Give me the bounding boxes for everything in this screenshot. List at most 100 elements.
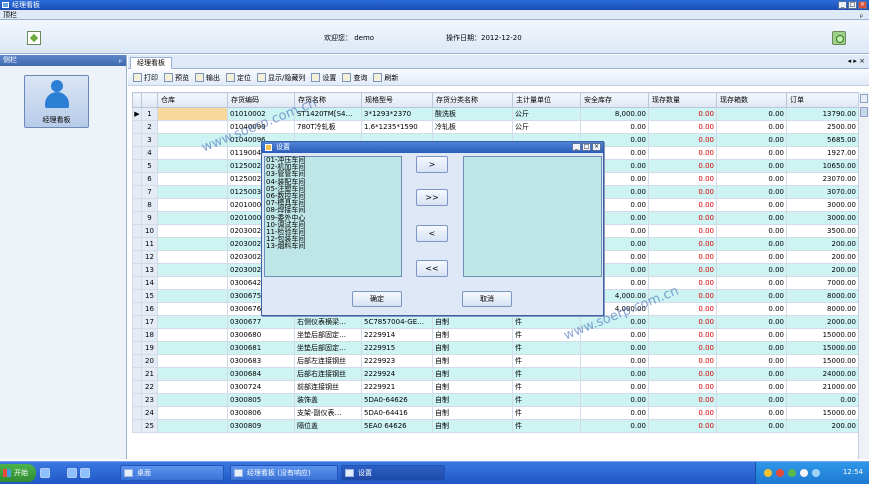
cell-on-hand-boxes[interactable]: 0.00 [716, 354, 787, 368]
row-number[interactable]: 2 [141, 120, 158, 134]
cell-spec[interactable]: 2229914 [361, 328, 433, 342]
cell-order[interactable]: 7000.00 [786, 276, 858, 290]
cell-safety-stock[interactable]: 0.00 [580, 367, 649, 381]
cell-on-hand-qty[interactable]: 0.00 [648, 315, 717, 329]
cell-order[interactable]: 200.00 [786, 419, 858, 433]
show-hide-columns-button[interactable]: 显示/隐藏列 [257, 73, 305, 83]
quicklaunch-icon[interactable] [40, 468, 50, 478]
cell-safety-stock[interactable]: 0.00 [580, 380, 649, 394]
cell-on-hand-qty[interactable]: 0.00 [648, 263, 717, 277]
row-number[interactable]: 22 [141, 380, 158, 394]
cell-warehouse[interactable] [157, 172, 228, 186]
row-indicator[interactable] [132, 302, 142, 316]
cell-warehouse[interactable] [157, 120, 228, 134]
cell-unit[interactable]: 件 [512, 354, 581, 368]
row-indicator[interactable]: ▶ [132, 107, 142, 121]
table-row[interactable]: ▶ 1 01010002 ST1420TM[S4… 3*1293*2370 酸洗板 公斤 8,… [132, 107, 858, 121]
taskbar-item-dashboard[interactable]: 经理看板 (没有响应) [230, 465, 338, 481]
cell-order[interactable]: 8000.00 [786, 289, 858, 303]
cell-on-hand-boxes[interactable]: 0.00 [716, 263, 787, 277]
cell-on-hand-boxes[interactable]: 0.00 [716, 367, 787, 381]
cell-on-hand-qty[interactable]: 0.00 [648, 328, 717, 342]
cell-unit[interactable]: 件 [512, 380, 581, 394]
cell-warehouse[interactable] [157, 237, 228, 251]
cell-name[interactable]: 右侧仪表横梁… [294, 315, 362, 329]
cell-spec[interactable]: 2229921 [361, 380, 433, 394]
cell-order[interactable]: 15000.00 [786, 341, 858, 355]
cell-category[interactable]: 自制 [432, 406, 513, 420]
col-spec[interactable]: 规格型号 [361, 92, 433, 108]
cell-code[interactable]: 0300806 [227, 406, 295, 420]
cell-on-hand-qty[interactable]: 0.00 [648, 185, 717, 199]
minimize-button[interactable]: _ [838, 1, 847, 9]
cell-on-hand-qty[interactable]: 0.00 [648, 146, 717, 160]
cell-on-hand-boxes[interactable]: 0.00 [716, 276, 787, 290]
cell-name[interactable]: 后部右连接钢丝 [294, 367, 362, 381]
cell-code[interactable]: 01010002 [227, 107, 295, 121]
cell-warehouse[interactable] [157, 133, 228, 147]
cell-order[interactable]: 3070.00 [786, 185, 858, 199]
refresh-icon[interactable] [832, 31, 846, 45]
tray-icon[interactable] [812, 469, 820, 477]
cell-on-hand-boxes[interactable]: 0.00 [716, 159, 787, 173]
cell-warehouse[interactable] [157, 315, 228, 329]
manager-dashboard-button[interactable]: 经理看板 [24, 75, 89, 128]
cell-on-hand-qty[interactable]: 0.00 [648, 302, 717, 316]
row-indicator[interactable] [132, 328, 142, 342]
row-indicator[interactable] [132, 341, 142, 355]
cell-warehouse[interactable] [157, 224, 228, 238]
cell-warehouse[interactable] [157, 250, 228, 264]
add-all-button[interactable]: >> [416, 189, 448, 206]
cell-code[interactable]: 0300809 [227, 419, 295, 433]
cell-on-hand-boxes[interactable]: 0.00 [716, 315, 787, 329]
cell-safety-stock[interactable]: 0.00 [580, 328, 649, 342]
cell-code[interactable]: 0300805 [227, 393, 295, 407]
tray-icon[interactable] [764, 469, 772, 477]
export-button[interactable]: 输出 [195, 73, 220, 83]
row-number[interactable]: 12 [141, 250, 158, 264]
cell-name[interactable]: 坐垫后部固定… [294, 341, 362, 355]
cell-order[interactable]: 3000.00 [786, 211, 858, 225]
cell-warehouse[interactable] [157, 146, 228, 160]
row-number[interactable]: 8 [141, 198, 158, 212]
col-unit[interactable]: 主计量单位 [512, 92, 581, 108]
cell-on-hand-qty[interactable]: 0.00 [648, 211, 717, 225]
row-number[interactable]: 19 [141, 341, 158, 355]
cell-spec[interactable]: 5DA0-64626 [361, 393, 433, 407]
cell-unit[interactable]: 公斤 [512, 107, 581, 121]
cell-order[interactable]: 15000.00 [786, 354, 858, 368]
cell-on-hand-qty[interactable]: 0.00 [648, 224, 717, 238]
cell-name[interactable]: ST1420TM[S4… [294, 107, 362, 121]
remove-all-button[interactable]: << [416, 260, 448, 277]
cell-warehouse[interactable] [157, 406, 228, 420]
cell-safety-stock[interactable]: 0.00 [580, 419, 649, 433]
cell-order[interactable]: 8000.00 [786, 302, 858, 316]
cell-name[interactable]: 前部连接钢丝 [294, 380, 362, 394]
cell-on-hand-qty[interactable]: 0.00 [648, 120, 717, 134]
tab-manager-dashboard[interactable]: 经理看板 [130, 57, 172, 69]
row-indicator[interactable] [132, 315, 142, 329]
cell-on-hand-boxes[interactable]: 0.00 [716, 172, 787, 186]
cell-on-hand-boxes[interactable]: 0.00 [716, 211, 787, 225]
cell-category[interactable]: 酸洗板 [432, 107, 513, 121]
query-button[interactable]: 查询 [342, 73, 367, 83]
row-indicator[interactable] [132, 211, 142, 225]
row-indicator[interactable] [132, 120, 142, 134]
cell-spec[interactable]: 3*1293*2370 [361, 107, 433, 121]
ie-icon[interactable] [67, 468, 77, 478]
cell-on-hand-boxes[interactable]: 0.00 [716, 289, 787, 303]
table-row[interactable]: 20 0300683 后部左连接钢丝 2229923 自制件 0.00 0.00 0.00 15… [132, 354, 858, 368]
cell-safety-stock[interactable]: 0.00 [580, 341, 649, 355]
cell-on-hand-boxes[interactable]: 0.00 [716, 393, 787, 407]
cell-category[interactable]: 自制 [432, 315, 513, 329]
row-number[interactable]: 16 [141, 302, 158, 316]
tray-icon[interactable] [800, 469, 808, 477]
cell-on-hand-qty[interactable]: 0.00 [648, 289, 717, 303]
col-on-hand-qty[interactable]: 现存数量 [648, 92, 717, 108]
cell-category[interactable]: 自制 [432, 393, 513, 407]
cell-code[interactable]: 0300677 [227, 315, 295, 329]
cell-spec[interactable]: 2229923 [361, 354, 433, 368]
cell-warehouse[interactable] [157, 185, 228, 199]
tray-icon[interactable] [788, 469, 796, 477]
add-button[interactable]: > [416, 156, 448, 173]
